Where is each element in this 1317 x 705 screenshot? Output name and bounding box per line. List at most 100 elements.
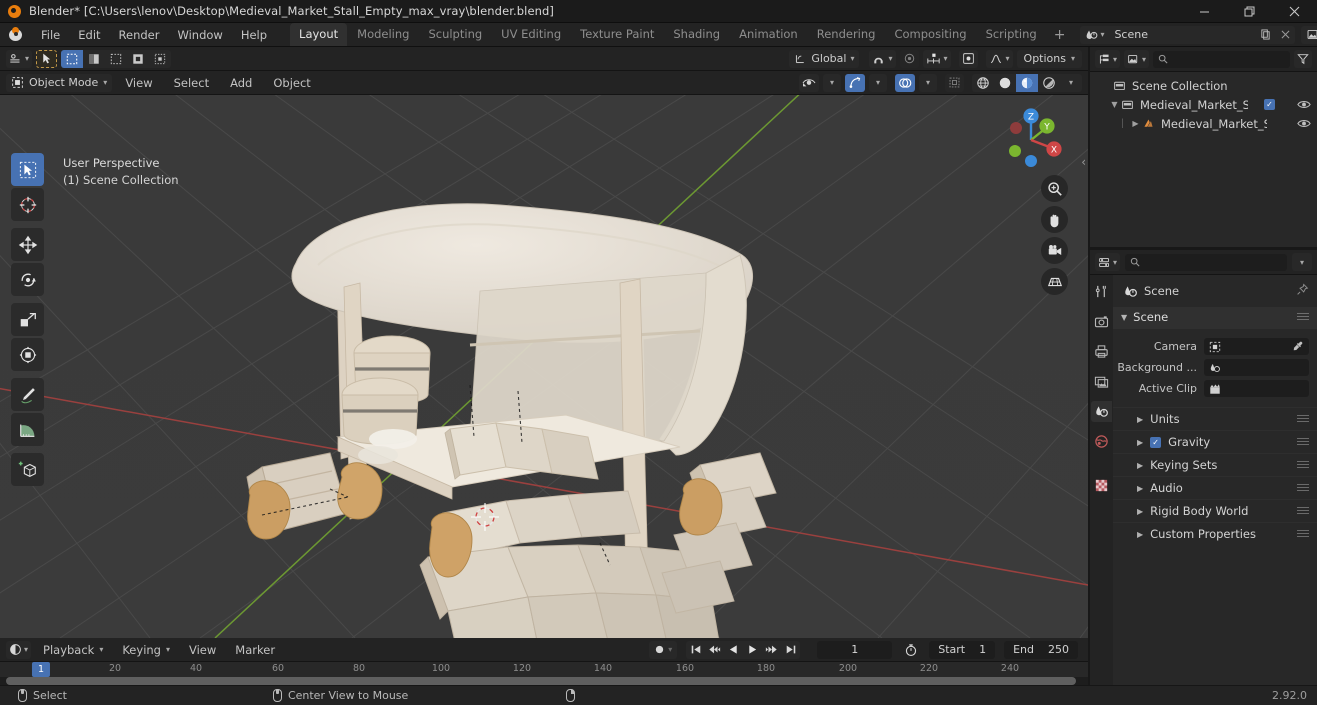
maximize-button[interactable]	[1227, 0, 1272, 23]
sidebar-collapse-arrow[interactable]: ‹	[1081, 155, 1086, 169]
scene-name-field[interactable]: Scene	[1107, 25, 1256, 44]
tab-scripting[interactable]: Scripting	[977, 23, 1046, 46]
frame-range-end[interactable]: End 250	[1004, 640, 1078, 659]
shading-dropdown[interactable]: ▾	[1060, 74, 1082, 92]
proportional-falloff-icon[interactable]: ▾	[985, 49, 1013, 68]
properties-editor-type-icon[interactable]: ▾	[1095, 253, 1121, 271]
timeline-ruler[interactable]: 20 40 60 80 100 120 140 160 180 200 220 …	[0, 662, 1088, 677]
output-properties-tab[interactable]	[1091, 341, 1112, 362]
active-clip-field[interactable]	[1204, 380, 1309, 397]
custom-properties-panel[interactable]: ▶ Custom Properties	[1113, 522, 1317, 545]
timeline-menu-view[interactable]: View	[182, 641, 223, 659]
tab-texture-paint[interactable]: Texture Paint	[571, 23, 663, 46]
outliner-editor-type-icon[interactable]: ▾	[1095, 50, 1121, 68]
shading-wireframe-icon[interactable]	[972, 74, 994, 92]
expand-triangle[interactable]: ▶	[1129, 119, 1142, 128]
visibility-dropdown[interactable]: ▾	[823, 73, 841, 92]
world-properties-tab[interactable]	[1091, 431, 1112, 452]
proportional-edit-icon[interactable]	[899, 49, 919, 68]
pin-icon[interactable]	[1296, 283, 1309, 299]
eye-icon[interactable]	[1297, 118, 1311, 129]
tab-rendering[interactable]: Rendering	[808, 23, 885, 46]
viewport-menu-object[interactable]: Object	[265, 74, 318, 92]
keying-sets-panel[interactable]: ▶ Keying Sets	[1113, 453, 1317, 476]
background-scene-field[interactable]	[1204, 359, 1309, 376]
transform-tool[interactable]	[11, 338, 44, 371]
camera-view-icon[interactable]	[1041, 237, 1068, 264]
timeline-menu-playback[interactable]: Playback ▾	[36, 641, 110, 659]
menu-edit[interactable]: Edit	[69, 25, 109, 45]
playhead[interactable]: 1	[31, 662, 51, 677]
overlays-dropdown[interactable]: ▾	[919, 73, 937, 92]
viewport-menu-select[interactable]: Select	[166, 74, 217, 92]
toggle-ortho-perspective-icon[interactable]	[1041, 268, 1068, 295]
properties-options-dropdown[interactable]: ▾	[1292, 253, 1312, 271]
outliner-search-input[interactable]	[1153, 50, 1290, 68]
select-subtract-icon[interactable]	[105, 50, 127, 68]
tab-modeling[interactable]: Modeling	[348, 23, 418, 46]
interaction-mode-dropdown[interactable]: Object Mode ▾	[6, 73, 113, 92]
minimize-button[interactable]	[1182, 0, 1227, 23]
add-cube-tool[interactable]	[11, 453, 44, 486]
outliner-row-stall-collection[interactable]: ▼ Medieval_Market_Stall_E ✓	[1090, 95, 1317, 114]
eye-icon[interactable]	[1297, 99, 1311, 110]
tab-sculpting[interactable]: Sculpting	[419, 23, 491, 46]
view-layer-datablock-icon[interactable]: ▾	[1301, 25, 1317, 44]
view-layer-properties-tab[interactable]	[1091, 371, 1112, 392]
move-view-hand-icon[interactable]	[1041, 206, 1068, 233]
add-workspace-button[interactable]: +	[1047, 27, 1073, 43]
tab-layout[interactable]: Layout	[290, 23, 348, 46]
menu-file[interactable]: File	[32, 25, 69, 45]
outliner-row-scene-collection[interactable]: Scene Collection	[1090, 76, 1317, 95]
expand-triangle[interactable]: ▼	[1108, 100, 1121, 109]
shading-material-preview-icon[interactable]	[1016, 73, 1038, 92]
timeline-menu-keying[interactable]: Keying ▾	[115, 641, 177, 659]
viewport-options-button[interactable]: Options ▾	[1016, 49, 1082, 68]
jump-to-end-button[interactable]	[781, 641, 800, 659]
remove-scene-button[interactable]	[1275, 25, 1296, 44]
tool-properties-tab[interactable]	[1091, 281, 1112, 302]
navigation-gizmo[interactable]: Z Y X	[994, 103, 1068, 177]
rotate-tool[interactable]	[11, 263, 44, 296]
scrollbar-thumb[interactable]	[6, 677, 1076, 685]
tab-uv-editing[interactable]: UV Editing	[492, 23, 570, 46]
transform-orientation-dropdown[interactable]: Global ▾	[789, 49, 860, 68]
units-panel[interactable]: ▶ Units	[1113, 407, 1317, 430]
collection-checkbox[interactable]: ✓	[1264, 99, 1275, 110]
frame-range-start[interactable]: Start 1	[929, 640, 996, 659]
use-preview-range-icon[interactable]	[901, 641, 921, 659]
active-tool-icon[interactable]	[36, 49, 58, 68]
tab-compositing[interactable]: Compositing	[885, 23, 975, 46]
next-keyframe-button[interactable]	[762, 641, 781, 659]
tab-shading[interactable]: Shading	[664, 23, 729, 46]
pivot-point-icon[interactable]	[958, 49, 978, 68]
play-button[interactable]	[743, 641, 762, 659]
shading-solid-icon[interactable]	[994, 74, 1016, 92]
gizmo-dropdown[interactable]: ▾	[869, 73, 887, 92]
blender-menu-icon[interactable]	[6, 24, 28, 46]
tab-animation[interactable]: Animation	[730, 23, 807, 46]
render-properties-tab[interactable]	[1091, 311, 1112, 332]
play-reverse-button[interactable]	[724, 641, 743, 659]
new-scene-button[interactable]	[1255, 25, 1276, 44]
xray-toggle-icon[interactable]	[945, 73, 964, 92]
select-extend-icon[interactable]	[83, 50, 105, 68]
shading-rendered-icon[interactable]	[1038, 74, 1060, 92]
viewport-menu-add[interactable]: Add	[222, 74, 260, 92]
measure-tool[interactable]	[11, 413, 44, 446]
timeline-menu-marker[interactable]: Marker	[228, 641, 282, 659]
gravity-checkbox[interactable]: ✓	[1150, 436, 1162, 448]
menu-render[interactable]: Render	[110, 25, 169, 45]
zoom-view-icon[interactable]	[1041, 175, 1068, 202]
texture-properties-tab[interactable]	[1091, 475, 1112, 496]
overlays-toggle-icon[interactable]	[895, 73, 915, 92]
menu-window[interactable]: Window	[168, 25, 231, 45]
outliner-filter-icon[interactable]	[1294, 50, 1312, 68]
previous-keyframe-button[interactable]	[705, 641, 724, 659]
gravity-panel[interactable]: ▶ ✓ Gravity	[1113, 430, 1317, 453]
viewport-canvas[interactable]: User Perspective (1) Scene Collection Z …	[0, 95, 1088, 638]
camera-field[interactable]	[1204, 338, 1309, 355]
scale-tool[interactable]	[11, 303, 44, 336]
annotate-tool[interactable]	[11, 378, 44, 411]
jump-to-start-button[interactable]	[686, 641, 705, 659]
